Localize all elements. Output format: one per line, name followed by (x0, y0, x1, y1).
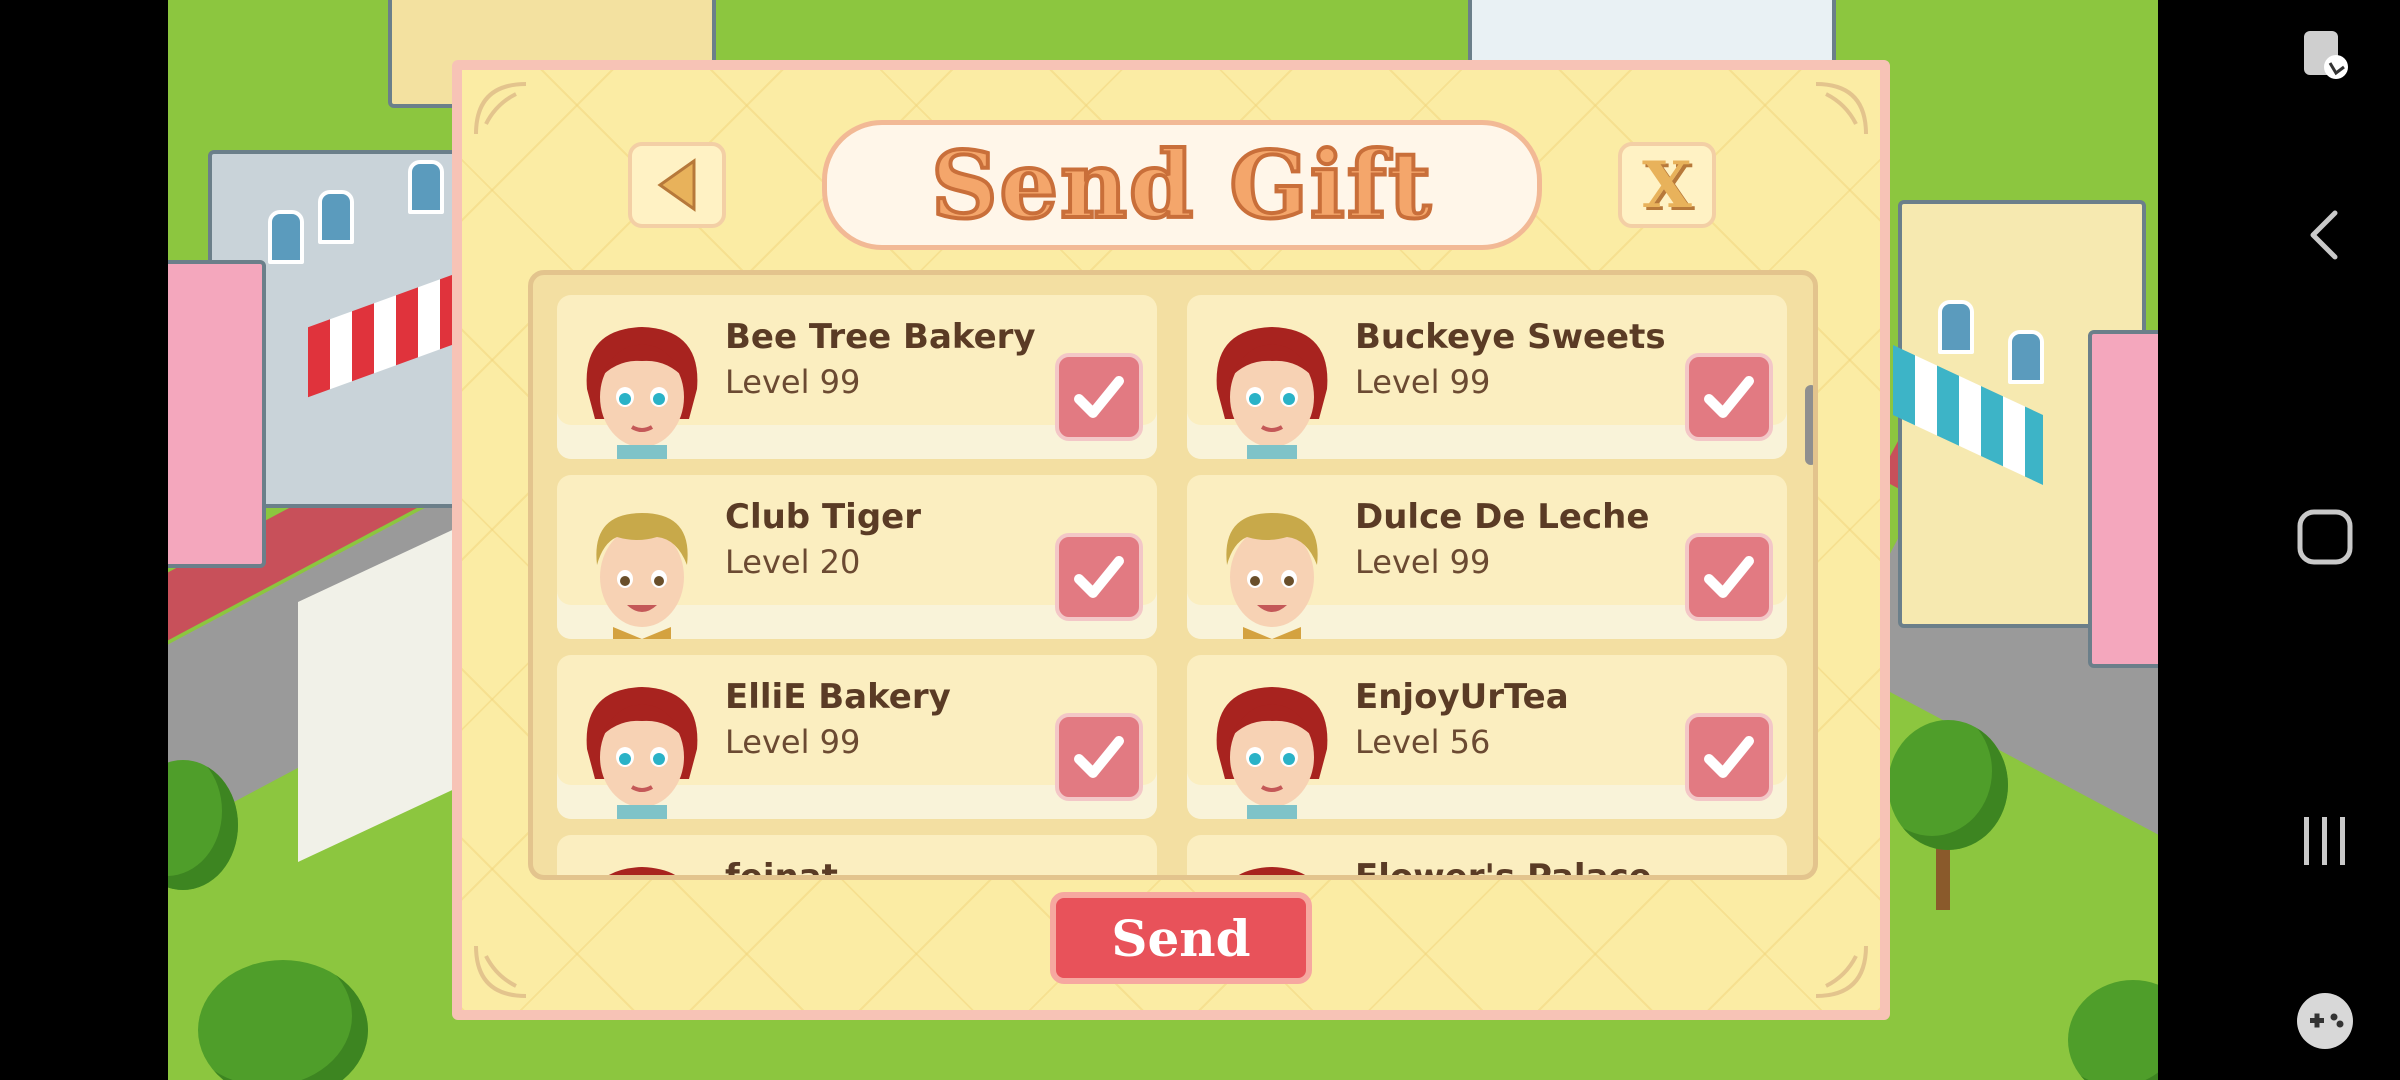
corner-ornament-icon (1815, 945, 1868, 998)
dialog-title: Send Gift (929, 129, 1433, 241)
girl-chef-avatar (577, 859, 707, 875)
checkmark-icon (1699, 727, 1759, 787)
girl-chef-avatar (577, 319, 707, 459)
tree (2068, 980, 2158, 1080)
friend-card[interactable]: Buckeye Sweets Level 99 (1187, 295, 1787, 459)
select-checkbox[interactable] (1685, 713, 1773, 801)
system-nav-bar (2158, 0, 2400, 1080)
building-pink-left (168, 260, 266, 568)
boy-chef-avatar (577, 499, 707, 639)
checkmark-icon (1699, 367, 1759, 427)
select-checkbox[interactable] (1055, 713, 1143, 801)
friend-level: Level 20 (725, 543, 861, 581)
girl-chef-avatar (1207, 679, 1337, 819)
friend-name: ElliE Bakery (725, 677, 951, 717)
select-checkbox[interactable] (1055, 533, 1143, 621)
tree (198, 960, 368, 1080)
back-arrow-icon[interactable] (2290, 200, 2360, 270)
corner-ornament-icon (1815, 82, 1868, 135)
checkmark-icon (1699, 547, 1759, 607)
list-scrollbar[interactable] (1805, 385, 1813, 465)
girl-chef-avatar (1207, 859, 1337, 875)
corner-ornament-icon (474, 945, 527, 998)
boy-chef-avatar (1207, 499, 1337, 639)
girl-chef-avatar (1207, 319, 1337, 459)
friend-level: Level 99 (725, 723, 861, 761)
send-button[interactable]: Send (1050, 892, 1312, 984)
friend-level: Level 56 (1355, 723, 1491, 761)
window (408, 160, 444, 214)
friend-card[interactable]: Flower's Palace (1187, 835, 1787, 880)
friend-name: Flower's Palace (1355, 857, 1652, 880)
send-gift-dialog: Send Gift X Bee Tree Bakery Level 99 Buc… (452, 60, 1890, 1020)
friend-card[interactable]: Bee Tree Bakery Level 99 (557, 295, 1157, 459)
friend-name: Bee Tree Bakery (725, 317, 1036, 357)
back-triangle-icon (657, 158, 696, 212)
friend-card[interactable]: EnjoyUrTea Level 56 (1187, 655, 1787, 819)
screen-lock-icon[interactable] (2290, 20, 2360, 90)
friend-name: Club Tiger (725, 497, 921, 537)
checkmark-icon (1069, 727, 1129, 787)
game-controller-icon[interactable] (2290, 986, 2360, 1056)
corner-ornament-icon (474, 82, 527, 135)
window (2008, 330, 2044, 384)
recent-apps-icon[interactable] (2290, 806, 2360, 876)
window (1938, 300, 1974, 354)
close-button[interactable]: X (1618, 142, 1716, 228)
select-checkbox[interactable] (1055, 353, 1143, 441)
checkmark-icon (1069, 367, 1129, 427)
friend-list[interactable]: Bee Tree Bakery Level 99 Buckeye Sweets … (528, 270, 1818, 880)
close-icon: X (1642, 147, 1692, 223)
friend-card[interactable]: Club Tiger Level 20 (557, 475, 1157, 639)
tree (1888, 720, 2008, 850)
friend-card[interactable]: Dulce De Leche Level 99 (1187, 475, 1787, 639)
friend-level: Level 99 (1355, 543, 1491, 581)
title-banner: Send Gift (822, 120, 1542, 250)
checkmark-icon (1069, 547, 1129, 607)
window (318, 190, 354, 244)
window (268, 210, 304, 264)
friend-name: EnjoyUrTea (1355, 677, 1569, 717)
select-checkbox[interactable] (1685, 533, 1773, 621)
friend-level: Level 99 (725, 363, 861, 401)
friend-name: Buckeye Sweets (1355, 317, 1666, 357)
girl-chef-avatar (577, 679, 707, 819)
home-square-icon[interactable] (2290, 502, 2360, 572)
back-button[interactable] (628, 142, 726, 228)
friend-level: Level 99 (1355, 363, 1491, 401)
friend-card[interactable]: feinat (557, 835, 1157, 880)
building-pink-right (2088, 330, 2158, 668)
select-checkbox[interactable] (1685, 353, 1773, 441)
friend-name: Dulce De Leche (1355, 497, 1650, 537)
friend-name: feinat (725, 857, 838, 880)
friend-card[interactable]: ElliE Bakery Level 99 (557, 655, 1157, 819)
